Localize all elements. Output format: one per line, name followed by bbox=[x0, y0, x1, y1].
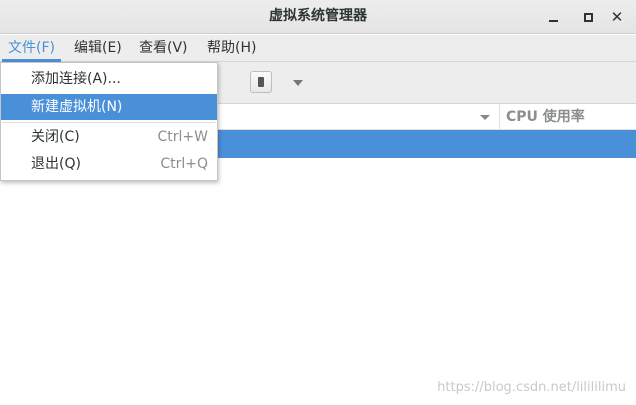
column-divider bbox=[499, 104, 500, 130]
sort-arrow-icon[interactable] bbox=[480, 115, 490, 120]
menu-item-label: 添加连接(A)... bbox=[31, 71, 121, 87]
menu-item-shortcut: Ctrl+W bbox=[157, 129, 208, 145]
menu-item-label: 退出(Q) bbox=[31, 156, 81, 172]
chevron-down-icon[interactable] bbox=[293, 80, 303, 86]
menu-item-new-vm[interactable]: 新建虚拟机(N) bbox=[1, 94, 217, 120]
menu-item-label: 关闭(C) bbox=[31, 129, 80, 145]
minimize-button[interactable] bbox=[542, 6, 564, 28]
menu-item-quit[interactable]: 退出(Q) Ctrl+Q bbox=[1, 151, 217, 177]
maximize-button[interactable] bbox=[577, 6, 599, 28]
menu-help[interactable]: 帮助(H) bbox=[201, 35, 262, 62]
title-bar[interactable]: 虚拟系统管理器 ✕ bbox=[0, 0, 636, 34]
maximize-icon bbox=[583, 12, 593, 22]
menu-item-add-connection[interactable]: 添加连接(A)... bbox=[1, 66, 217, 92]
file-menu-dropdown: 添加连接(A)... 新建虚拟机(N) 关闭(C) Ctrl+W 退出(Q) C… bbox=[0, 62, 218, 181]
window-title: 虚拟系统管理器 bbox=[269, 8, 367, 24]
minimize-icon bbox=[548, 20, 558, 22]
column-header-cpu[interactable]: CPU 使用率 bbox=[506, 104, 585, 130]
menu-separator bbox=[2, 122, 216, 123]
menu-item-close[interactable]: 关闭(C) Ctrl+W bbox=[1, 124, 217, 150]
menu-item-shortcut: Ctrl+Q bbox=[160, 156, 208, 172]
stop-icon bbox=[258, 77, 264, 87]
shutdown-button[interactable] bbox=[250, 71, 272, 93]
close-button[interactable]: ✕ bbox=[606, 6, 628, 28]
menu-view[interactable]: 查看(V) bbox=[133, 35, 194, 62]
close-icon: ✕ bbox=[610, 7, 624, 26]
virt-manager-window: 虚拟系统管理器 ✕ 文件(F) 编辑(E) 查看(V) 帮助(H) CPU 使用… bbox=[0, 0, 636, 405]
menu-item-label: 新建虚拟机(N) bbox=[31, 99, 123, 115]
menu-edit[interactable]: 编辑(E) bbox=[68, 35, 128, 62]
watermark-text: https://blog.csdn.net/lilililimu bbox=[437, 380, 626, 395]
menu-bar: 文件(F) 编辑(E) 查看(V) 帮助(H) bbox=[0, 35, 636, 62]
menu-file[interactable]: 文件(F) bbox=[2, 35, 61, 62]
